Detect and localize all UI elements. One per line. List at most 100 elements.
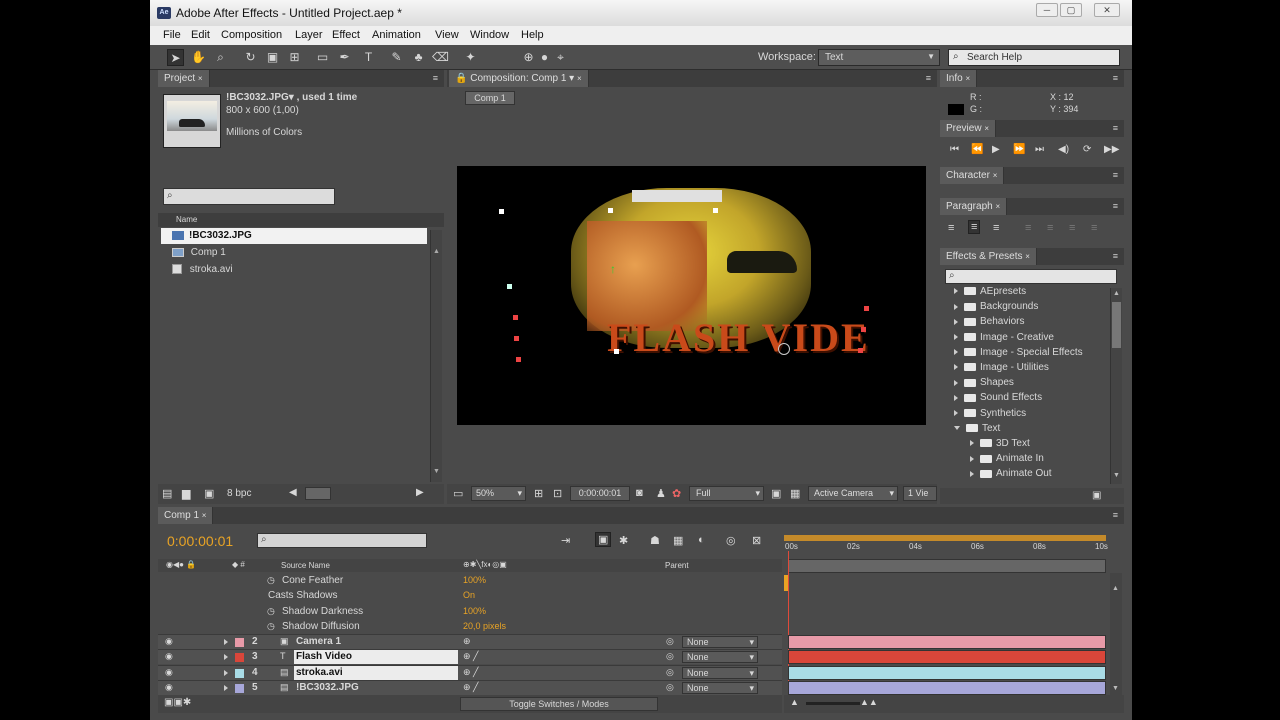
effects-item[interactable]: Backgrounds <box>954 301 1038 316</box>
axis-gizmo-icon[interactable]: ↑ <box>610 262 616 276</box>
layer-row[interactable]: ◉ 4 ▤ stroka.avi ⊕ ╱ ◎ None ▾ <box>158 664 782 680</box>
panel-menu-icon[interactable]: ≡ <box>1113 170 1118 180</box>
always-preview-icon[interactable]: ▭ <box>453 487 463 500</box>
collapsed-arrow-icon[interactable] <box>954 349 958 356</box>
hand-tool-icon[interactable]: ✋ <box>190 49 207 66</box>
layer-switches-icon[interactable]: ⊕ ╱ <box>463 651 478 662</box>
layer-track-bar[interactable] <box>788 635 1106 649</box>
project-search-input[interactable]: ⌕ <box>163 188 335 205</box>
layer-row[interactable]: ◉ 2 ▣ Camera 1 ⊕ ◎ None ▾ <box>158 634 782 649</box>
menu-window[interactable]: Window <box>470 29 509 41</box>
rectangle-tool-icon[interactable]: ▭ <box>314 49 331 66</box>
graph-editor-icon[interactable]: ◎ <box>726 534 736 547</box>
layer-track-bar[interactable] <box>788 650 1106 665</box>
expand-arrow-icon[interactable] <box>224 669 228 676</box>
play-icon[interactable]: ▶ <box>992 144 1000 155</box>
first-frame-icon[interactable]: ⏮ <box>950 144 959 155</box>
label-icon[interactable]: ◆ # <box>232 560 245 569</box>
project-item[interactable]: Comp 1 <box>172 247 226 262</box>
switches-icon[interactable]: ⊕✱╲fx◐◎▣ <box>463 560 507 569</box>
justify-right-icon[interactable]: ≡ <box>1069 222 1075 234</box>
expanded-arrow-icon[interactable] <box>954 426 960 431</box>
layer-switches-icon[interactable]: ⊕ <box>463 636 471 647</box>
comp-breadcrumb[interactable]: Comp 1 <box>465 91 515 105</box>
comp-viewer[interactable]: FLASH VIDE ↑ <box>457 166 926 425</box>
av-features-icon[interactable]: ◉◀● 🔒 <box>166 560 196 569</box>
parent-select[interactable]: None ▾ <box>682 681 758 694</box>
panel-menu-icon[interactable]: ≡ <box>1113 73 1118 83</box>
resolution-select[interactable]: Full ▾ <box>689 486 764 501</box>
effects-scrollbar[interactable]: ▲ ▼ <box>1110 288 1122 484</box>
zoom-in-icon[interactable]: ▲▲ <box>860 697 878 707</box>
effects-item[interactable]: 3D Text <box>970 438 1030 453</box>
interpret-footage-icon[interactable]: ▤ <box>162 487 172 500</box>
align-right-icon[interactable]: ≡ <box>993 222 999 234</box>
layer-name-field[interactable]: !BC3032.JPG <box>294 681 458 695</box>
parent-select[interactable]: None ▾ <box>682 636 758 648</box>
transparency-grid-icon[interactable]: ▦ <box>790 487 800 500</box>
panel-menu-icon[interactable]: ≡ <box>433 73 438 83</box>
eye-icon[interactable]: ◉ <box>165 636 173 647</box>
align-left-icon[interactable]: ≡ <box>948 222 954 234</box>
scroll-left-icon[interactable]: ◀ <box>289 487 297 498</box>
pen-tool-icon[interactable]: ✒ <box>336 49 353 66</box>
rotate-tool-icon[interactable]: ↻ <box>242 49 259 66</box>
collapsed-arrow-icon[interactable] <box>970 455 974 462</box>
label-color-swatch[interactable] <box>235 638 244 647</box>
selection-tool-icon[interactable]: ➤ <box>167 49 184 66</box>
menu-effect[interactable]: Effect <box>332 29 360 41</box>
eraser-tool-icon[interactable]: ⌫ <box>432 49 449 66</box>
effects-item[interactable]: Synthetics <box>954 408 1026 423</box>
last-frame-icon[interactable]: ⏭ <box>1035 144 1044 155</box>
tab-effects-presets[interactable]: Effects & Presets × <box>940 248 1037 265</box>
effects-item[interactable]: Animate Out <box>970 468 1052 483</box>
collapsed-arrow-icon[interactable] <box>954 379 958 386</box>
property-value[interactable]: On <box>463 590 475 600</box>
brush-tool-icon[interactable]: ✎ <box>388 49 405 66</box>
puppet-pin-tool-icon[interactable]: ✦ <box>462 49 479 66</box>
label-color-swatch[interactable] <box>235 653 244 663</box>
layer-name-field[interactable]: Flash Video <box>294 650 458 665</box>
timeline-scrollbar[interactable]: ▲ ▼ <box>1110 573 1122 697</box>
effects-item[interactable]: Image - Utilities <box>954 362 1049 377</box>
property-row[interactable]: ◷ Shadow Darkness 100% <box>158 605 782 620</box>
effects-item[interactable]: Image - Special Effects <box>954 347 1083 362</box>
time-ruler[interactable]: 00s 02s 04s 06s 08s 10s <box>784 539 1108 553</box>
live-update-icon[interactable]: ▣ <box>595 532 612 547</box>
collapsed-arrow-icon[interactable] <box>954 333 958 340</box>
snapshot-icon[interactable]: ◙ <box>636 487 643 499</box>
world-axis-icon[interactable]: ● <box>536 49 553 66</box>
view-axis-icon[interactable]: ⌖ <box>552 49 569 66</box>
layer-switches-icon[interactable]: ⊕ ╱ <box>463 667 478 678</box>
tab-timeline-comp[interactable]: Comp 1 × <box>158 507 214 524</box>
help-search-input[interactable]: ⌕ Search Help <box>948 49 1120 66</box>
local-axis-icon[interactable]: ⊕ <box>520 49 537 66</box>
property-value[interactable]: 100% <box>463 606 486 616</box>
minimize-button[interactable]: ─ <box>1036 3 1058 17</box>
close-button[interactable]: ✕ <box>1094 3 1120 17</box>
layer-row[interactable]: ◉ 5 ▤ !BC3032.JPG ⊕ ╱ ◎ None ▾ <box>158 679 782 695</box>
property-value[interactable]: 100% <box>463 575 486 585</box>
property-row[interactable]: Casts Shadows On <box>158 589 782 604</box>
layer-track-bar[interactable] <box>788 665 1106 680</box>
zoom-slider[interactable] <box>806 702 860 705</box>
column-parent[interactable]: Parent <box>665 561 689 570</box>
new-comp-icon[interactable]: ▣ <box>204 487 214 500</box>
zoom-tool-icon[interactable]: ⌕ <box>212 49 229 66</box>
hide-shy-icon[interactable]: ☗ <box>650 534 660 547</box>
timeline-search-input[interactable]: ⌕ <box>257 533 427 548</box>
project-scrollbar[interactable]: ▲ ▼ <box>430 230 442 482</box>
parent-select[interactable]: None ▾ <box>682 651 758 664</box>
project-item[interactable]: stroka.avi <box>172 264 233 279</box>
parent-select[interactable]: None ▾ <box>682 666 758 679</box>
stopwatch-icon[interactable]: ◷ <box>267 575 275 586</box>
panel-menu-icon[interactable]: ≡ <box>1113 510 1118 520</box>
camera-tool-icon[interactable]: ▣ <box>264 49 281 66</box>
tab-preview[interactable]: Preview × <box>940 120 997 137</box>
eye-icon[interactable]: ◉ <box>165 667 173 678</box>
brainstorm-icon[interactable]: ⊠ <box>752 534 761 547</box>
effects-item[interactable]: AEpresets <box>954 286 1026 301</box>
effects-search-input[interactable]: ⌕ <box>945 269 1117 284</box>
toggle-switches-modes-button[interactable]: Toggle Switches / Modes <box>460 697 658 711</box>
collapsed-arrow-icon[interactable] <box>954 364 958 371</box>
